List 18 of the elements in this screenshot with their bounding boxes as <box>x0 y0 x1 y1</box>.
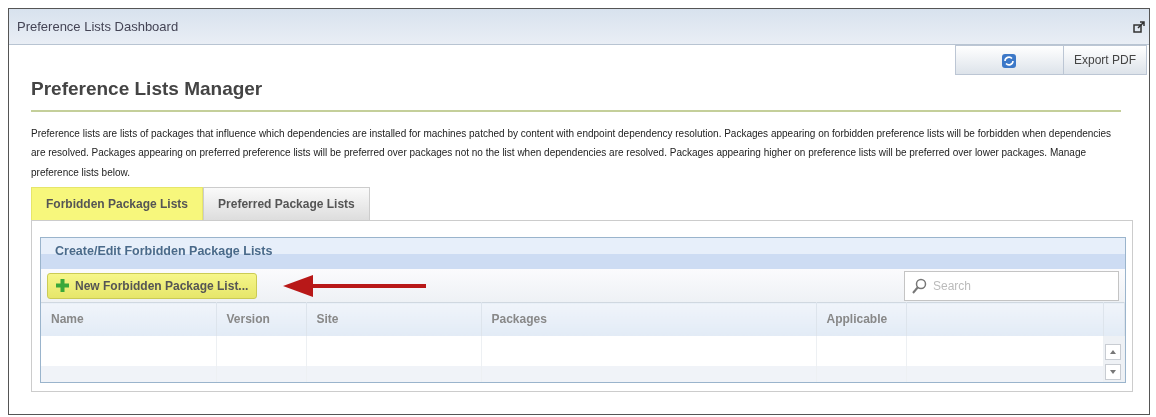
popout-icon[interactable] <box>1133 20 1145 33</box>
column-header[interactable]: Applicable <box>816 302 906 336</box>
plus-icon <box>56 279 69 292</box>
panel-title: Create/Edit Forbidden Package Lists <box>41 238 1125 269</box>
tab[interactable]: Forbidden Package Lists <box>31 187 204 220</box>
window-title: Preference Lists Dashboard <box>17 17 179 36</box>
search-field[interactable]: Search <box>904 270 1119 301</box>
description-text: Preference lists are lists of packages that influence which dependencies are installed for machines patched by content with endpoint dependency resolution. Packages appearing on forbidden preference lists will be forbidden when dependencies are resolved. Packages appearing on preferred preference lists will be preferred over packages not no the list when dependencies are resolved. Packages appearing higher on preference lists will be preferred over lower packages. Manage preference lists below. <box>31 126 1113 180</box>
column-header[interactable]: Name <box>41 302 216 336</box>
page-heading: Preference Lists Manager <box>31 75 1121 112</box>
new-list-button[interactable]: New Forbidden Package List... <box>47 272 258 299</box>
column-header[interactable]: Site <box>306 302 481 336</box>
column-header[interactable]: Packages <box>481 302 816 336</box>
scroll-down-icon[interactable] <box>1105 363 1121 380</box>
tab[interactable]: Preferred Package Lists <box>203 187 370 220</box>
column-header[interactable]: Version <box>216 302 306 336</box>
refresh-icon <box>1001 52 1018 69</box>
scroll-up-icon[interactable] <box>1105 343 1121 360</box>
